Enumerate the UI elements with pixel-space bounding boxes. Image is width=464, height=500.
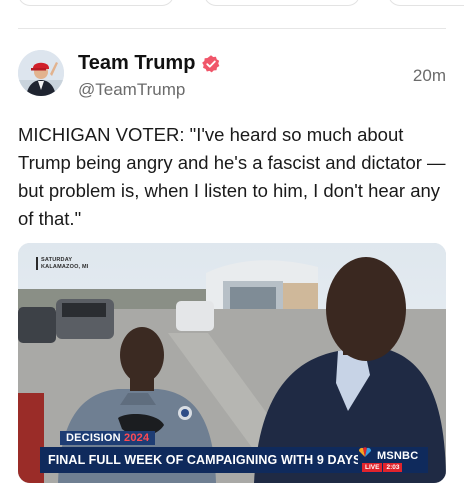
decision-label: DECISION <box>66 432 121 444</box>
location-bug: SATURDAY KALAMAZOO, MI <box>36 257 89 270</box>
decision-banner: DECISION 2024 <box>60 431 156 445</box>
divider <box>18 28 446 29</box>
news-chyron: FINAL FULL WEEK OF CAMPAIGNING WITH 9 DA… <box>40 447 358 473</box>
name-row: Team Trump <box>78 52 221 75</box>
peacock-logo-icon <box>358 447 372 457</box>
network-badge: MSNBC LIVE 2:03 <box>358 447 428 473</box>
action-chip[interactable] <box>18 0 174 6</box>
verified-badge-icon <box>202 54 220 72</box>
clock-label: 2:03 <box>383 463 403 472</box>
handle[interactable]: @TeamTrump <box>78 80 185 100</box>
network-name: MSNBC <box>377 450 419 462</box>
action-chip[interactable] <box>204 0 360 6</box>
location-bug-city: KALAMAZOO, MI <box>41 263 89 270</box>
action-chip[interactable] <box>388 0 464 6</box>
video-media[interactable]: SATURDAY KALAMAZOO, MI DECISION 2024 FIN… <box>18 243 446 483</box>
decision-year: 2024 <box>124 432 150 444</box>
avatar[interactable] <box>18 50 64 96</box>
post-header: Team Trump @TeamTrump 20m <box>18 50 446 102</box>
post-text: MICHIGAN VOTER: "I've heard so much abou… <box>18 124 446 229</box>
live-label: LIVE <box>362 463 383 472</box>
live-indicator: LIVE 2:03 <box>362 463 403 472</box>
post-timestamp: 20m <box>412 66 446 85</box>
display-name[interactable]: Team Trump <box>78 52 195 75</box>
top-chip-row <box>0 0 464 10</box>
